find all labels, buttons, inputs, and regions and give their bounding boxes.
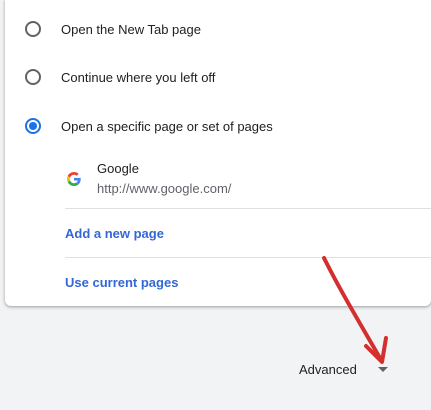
divider <box>65 208 431 209</box>
page-name: Google <box>97 161 139 176</box>
divider <box>65 257 431 258</box>
radio-open-specific-pages[interactable]: Open a specific page or set of pages <box>5 102 431 150</box>
radio-label: Continue where you left off <box>61 69 216 85</box>
radio-button-unchecked-icon[interactable] <box>25 69 41 85</box>
on-startup-card: Open the New Tab page Continue where you… <box>5 0 431 306</box>
use-current-pages-link[interactable]: Use current pages <box>65 275 178 290</box>
radio-open-new-tab[interactable]: Open the New Tab page <box>5 5 431 53</box>
radio-continue-where-left-off[interactable]: Continue where you left off <box>5 53 431 101</box>
radio-button-checked-icon[interactable] <box>25 118 41 134</box>
radio-button-unchecked-icon[interactable] <box>25 21 41 37</box>
add-new-page-link[interactable]: Add a new page <box>65 226 164 241</box>
page-url: http://www.google.com/ <box>97 181 232 196</box>
google-g-icon <box>67 172 81 186</box>
startup-page-item[interactable]: Google http://www.google.com/ <box>65 152 431 208</box>
caret-down-icon[interactable] <box>378 367 388 372</box>
radio-label: Open the New Tab page <box>61 21 201 37</box>
advanced-toggle[interactable]: Advanced <box>299 362 357 377</box>
radio-label: Open a specific page or set of pages <box>61 118 273 134</box>
